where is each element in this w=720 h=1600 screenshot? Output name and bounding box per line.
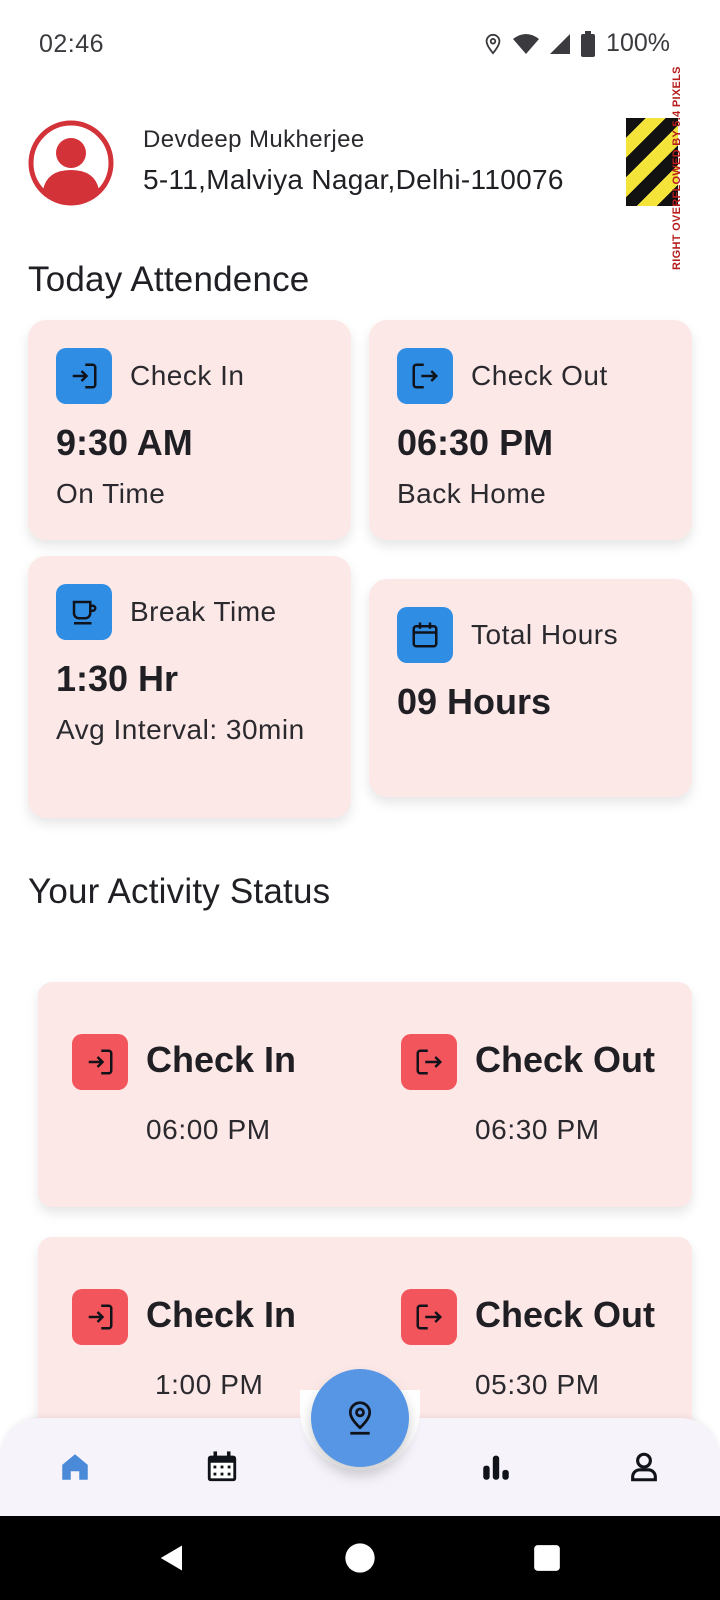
- avatar-icon: [28, 120, 114, 206]
- logout-icon: [401, 1289, 457, 1345]
- attendance-card-break-time[interactable]: Break Time 1:30 Hr Avg Interval: 30min: [28, 556, 351, 818]
- login-icon: [72, 1034, 128, 1090]
- attendance-card-check-out[interactable]: Check Out 06:30 PM Back Home: [369, 320, 692, 540]
- system-navigation-bar: [0, 1516, 720, 1600]
- battery-percentage: 100%: [606, 29, 670, 57]
- system-back-button[interactable]: [152, 1538, 192, 1578]
- card-subtext: On Time: [56, 478, 166, 509]
- profile-icon: [631, 1452, 657, 1482]
- activity-time: 06:30 PM: [475, 1114, 600, 1145]
- login-icon: [56, 348, 112, 404]
- user-name: Devdeep Mukherjee: [143, 126, 365, 153]
- activity-label: Check Out: [475, 1039, 656, 1080]
- status-bar: 02:46 100%: [0, 0, 720, 90]
- activity-label: Check In: [146, 1294, 297, 1335]
- activity-check-in: Check In 06:00 PM: [72, 1034, 372, 1174]
- logout-icon: [401, 1034, 457, 1090]
- activity-time: 1:00 PM: [155, 1369, 264, 1400]
- activity-card[interactable]: Check In 06:00 PM Check Out 06:30 PM: [38, 982, 692, 1207]
- location-pin-icon: [348, 1401, 372, 1435]
- login-icon: [72, 1289, 128, 1345]
- card-label: Total Hours: [471, 619, 619, 650]
- card-value: 06:30 PM: [397, 422, 554, 463]
- card-value: 9:30 AM: [56, 422, 193, 463]
- system-home-button[interactable]: [340, 1538, 380, 1578]
- recents-square-icon: [534, 1545, 560, 1571]
- nav-profile[interactable]: [624, 1447, 664, 1487]
- profile-header: Devdeep Mukherjee 5-11,Malviya Nagar,Del…: [28, 118, 708, 206]
- activity-label: Check In: [146, 1039, 297, 1080]
- section-title-today: Today Attendence: [28, 260, 310, 299]
- card-label: Break Time: [130, 596, 277, 627]
- nav-home[interactable]: [55, 1447, 95, 1487]
- nav-calendar[interactable]: [202, 1447, 242, 1487]
- battery-icon: [580, 30, 596, 57]
- location-icon: [482, 32, 504, 56]
- card-label: Check In: [130, 360, 245, 391]
- user-address: 5-11,Malviya Nagar,Delhi-110076: [143, 164, 564, 195]
- home-circle-icon: [345, 1543, 375, 1573]
- home-icon: [62, 1454, 88, 1480]
- avatar[interactable]: [28, 120, 114, 206]
- activity-check-out: Check Out 05:30 PM: [401, 1289, 691, 1429]
- system-recents-button[interactable]: [527, 1538, 567, 1578]
- coffee-icon: [56, 584, 112, 640]
- calendar-icon: [207, 1451, 237, 1482]
- overflow-warning-text: RIGHT OVERFLOWED BY 5.4 PIXELS: [671, 66, 683, 270]
- status-icons: 100%: [482, 29, 670, 58]
- back-triangle-icon: [160, 1545, 182, 1571]
- attendance-card-total-hours[interactable]: Total Hours 09 Hours: [369, 579, 692, 797]
- location-fab-button[interactable]: [311, 1369, 409, 1467]
- section-title-activity: Your Activity Status: [28, 872, 331, 911]
- activity-time: 06:00 PM: [146, 1114, 271, 1145]
- activity-label: Check Out: [475, 1294, 656, 1335]
- nav-stats[interactable]: [476, 1447, 516, 1487]
- logout-icon: [397, 348, 453, 404]
- signal-icon: [548, 32, 572, 56]
- status-time: 02:46: [39, 30, 105, 58]
- card-subtext: Avg Interval: 30min: [56, 714, 305, 745]
- card-value: 1:30 Hr: [56, 658, 179, 699]
- attendance-card-check-in[interactable]: Check In 9:30 AM On Time: [28, 320, 351, 540]
- activity-time: 05:30 PM: [475, 1369, 600, 1400]
- card-subtext: Back Home: [397, 478, 547, 509]
- card-value: 09 Hours: [397, 681, 552, 722]
- activity-check-out: Check Out 06:30 PM: [401, 1034, 691, 1174]
- wifi-icon: [512, 32, 540, 56]
- calendar-icon: [397, 607, 453, 663]
- card-label: Check Out: [471, 360, 608, 391]
- bar-chart-icon: [483, 1455, 509, 1480]
